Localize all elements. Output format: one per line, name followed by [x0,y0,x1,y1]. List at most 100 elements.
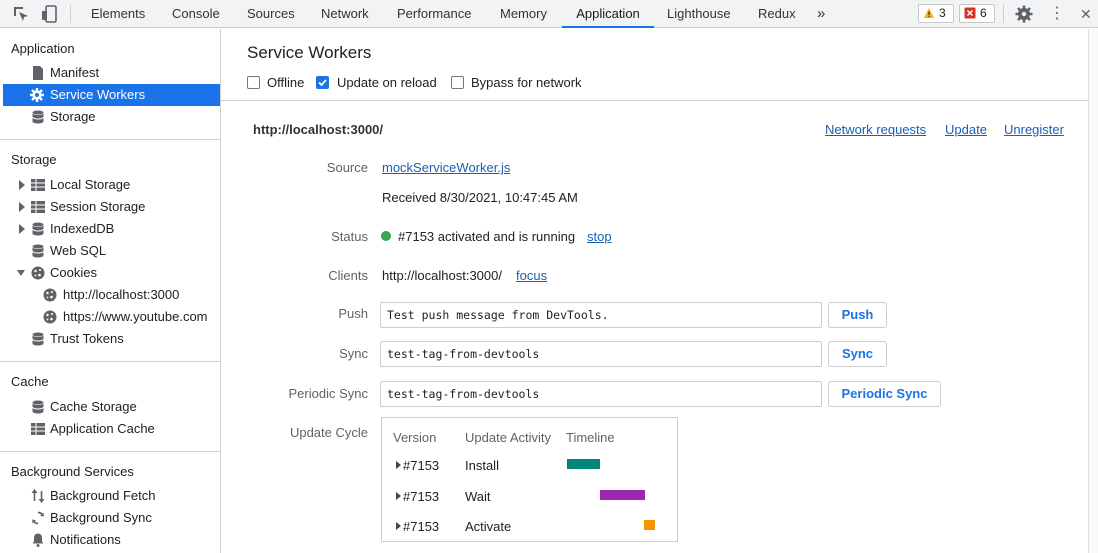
sidebar-item-indexeddb[interactable]: IndexedDB [3,218,220,240]
network-requests-link[interactable]: Network requests [825,122,926,137]
sidebar-item-web-sql[interactable]: Web SQL [3,240,220,262]
clients-label: Clients [328,268,368,283]
error-icon [964,7,976,19]
push-button[interactable]: Push [828,302,887,328]
row-activity: Wait [465,489,491,504]
sidebar-item-notifications[interactable]: Notifications [3,529,220,551]
section-divider [0,361,220,362]
row-version: #7153 [403,489,440,504]
sync-tag-input[interactable]: test-tag-from-devtools [380,341,822,367]
sidebar-item-label: Background Sync [50,510,152,525]
expand-arrow-icon[interactable] [17,201,27,213]
section-title-storage: Storage [11,152,57,167]
expand-arrow-icon[interactable] [17,179,27,191]
focus-link[interactable]: focus [516,268,547,283]
warning-icon [924,8,934,18]
tab-memory[interactable]: Memory [500,0,547,28]
sidebar-item-cache-storage[interactable]: Cache Storage [3,396,220,418]
checkmark-icon [318,79,327,87]
database-icon [32,222,44,236]
settings-gear-icon[interactable] [1014,4,1034,24]
grid-icon [31,423,45,435]
sidebar-item-trust-tokens[interactable]: Trust Tokens [3,328,220,350]
push-message-input[interactable]: Test push message from DevTools. [380,302,822,328]
sidebar-item-local-storage[interactable]: Local Storage [3,174,220,196]
cookie-icon [43,288,57,302]
sidebar-item-storage[interactable]: Storage [3,106,220,128]
sidebar-item-background-sync[interactable]: Background Sync [3,507,220,529]
errors-badge[interactable]: 6 [959,4,995,23]
section-title-cache: Cache [11,374,49,389]
sync-label: Sync [339,346,368,361]
close-devtools-button[interactable]: ✕ [1080,0,1092,28]
sidebar-item-manifest[interactable]: Manifest [3,62,220,84]
sidebar-item-label: Manifest [50,65,100,80]
devtools-toolbar: Elements Console Sources Network Perform… [0,0,1098,28]
periodic-sync-button[interactable]: Periodic Sync [828,381,941,407]
grid-icon [31,179,45,191]
sidebar-item-label: Session Storage [50,199,146,214]
tab-application[interactable]: Application [562,0,654,28]
tab-redux[interactable]: Redux [758,0,796,28]
sync-icon [32,511,44,525]
row-activity: Activate [465,519,512,534]
sidebar-item-background-fetch[interactable]: Background Fetch [3,485,220,507]
bypass-for-network-checkbox[interactable] [451,76,464,89]
more-tabs-button[interactable]: » [817,0,825,28]
sidebar-item-application-cache[interactable]: Application Cache [3,418,220,440]
unregister-link[interactable]: Unregister [1004,122,1064,137]
sidebar-item-service-workers[interactable]: Service Workers [3,84,220,106]
sidebar-item-label: Cache Storage [50,399,137,414]
tab-performance[interactable]: Performance [397,0,471,28]
sync-button[interactable]: Sync [828,341,887,367]
sidebar-item-cookie-youtube[interactable]: https://www.youtube.com [3,306,220,328]
column-header-version: Version [393,430,437,445]
sidebar-item-cookies[interactable]: Cookies [3,262,220,284]
application-sidebar: Application Manifest Service Workers Sto… [0,29,221,553]
column-header-update-activity: Update Activity [465,430,551,445]
tab-elements[interactable]: Elements [91,0,145,28]
periodic-sync-tag-input[interactable]: test-tag-from-devtools [380,381,822,407]
section-divider [0,139,220,140]
tab-lighthouse[interactable]: Lighthouse [667,0,731,28]
update-on-reload-checkbox[interactable] [316,76,329,89]
more-options-button[interactable]: ⋮ [1049,0,1065,28]
database-icon [32,332,44,346]
push-label: Push [338,306,368,321]
timeline-bar-activate [644,520,655,530]
update-link[interactable]: Update [945,122,987,137]
database-icon [32,244,44,258]
sidebar-item-label: Storage [50,109,96,124]
expand-triangle-icon[interactable] [396,461,401,469]
database-icon [32,400,44,414]
toolbar-divider [1003,5,1004,23]
warnings-count: 3 [939,6,946,20]
sidebar-item-cookie-localhost[interactable]: http://localhost:3000 [3,284,220,306]
warnings-badge[interactable]: 3 [918,4,954,23]
service-workers-panel: Service Workers Offline Update on reload… [221,29,1098,553]
gear-icon [30,88,44,102]
section-title-application: Application [11,41,75,56]
update-on-reload-label: Update on reload [337,75,437,90]
grid-icon [31,201,45,213]
stop-link[interactable]: stop [587,229,612,244]
device-toolbar-icon[interactable] [40,4,60,24]
sidebar-item-label: Notifications [50,532,121,547]
received-timestamp: Received 8/30/2021, 10:47:45 AM [382,190,578,205]
inspect-element-icon[interactable] [11,4,31,24]
expand-arrow-icon[interactable] [17,223,27,235]
collapse-arrow-icon[interactable] [16,267,26,279]
cookie-icon [31,266,45,280]
tab-sources[interactable]: Sources [247,0,295,28]
expand-triangle-icon[interactable] [396,492,401,500]
sidebar-item-label: Web SQL [50,243,107,258]
expand-triangle-icon[interactable] [396,522,401,530]
source-file-link[interactable]: mockServiceWorker.js [382,160,510,175]
panel-scrollbar[interactable] [1088,29,1098,553]
status-text: #7153 activated and is running [398,229,576,244]
sidebar-item-label: Local Storage [50,177,131,192]
offline-checkbox[interactable] [247,76,260,89]
tab-console[interactable]: Console [172,0,220,28]
tab-network[interactable]: Network [321,0,369,28]
sidebar-item-session-storage[interactable]: Session Storage [3,196,220,218]
